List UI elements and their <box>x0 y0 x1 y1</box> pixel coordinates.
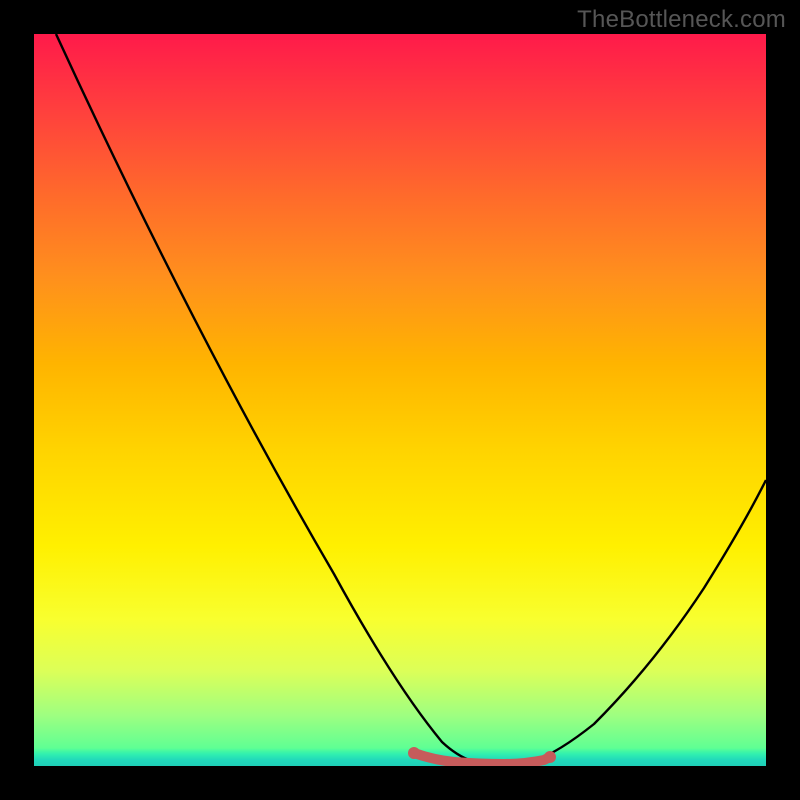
watermark-label: TheBottleneck.com <box>577 6 786 34</box>
flat-optimal-segment <box>414 753 550 764</box>
curve-right <box>534 480 766 761</box>
curve-left <box>56 34 472 761</box>
plot-area <box>34 34 766 766</box>
curve-overlay <box>34 34 766 766</box>
flat-segment-start-dot <box>408 747 420 759</box>
flat-segment-end-dot <box>544 751 556 763</box>
chart-canvas: TheBottleneck.com <box>0 0 800 800</box>
